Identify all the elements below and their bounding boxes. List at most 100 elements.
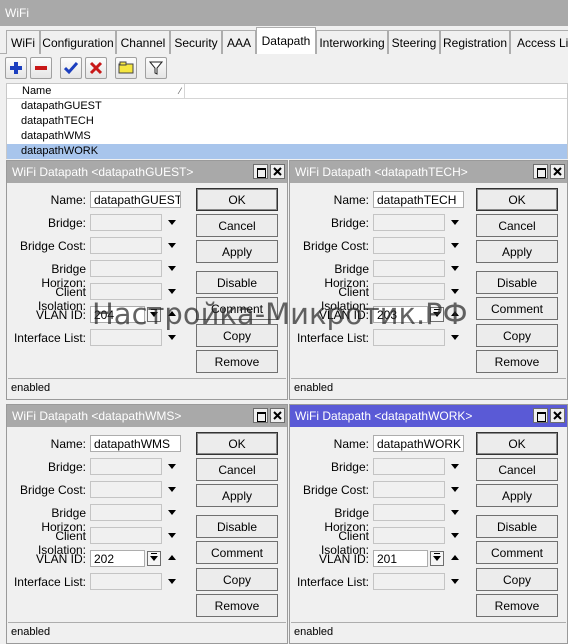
apply-button[interactable]: Apply — [196, 484, 278, 507]
bridge-cost-field[interactable] — [90, 237, 162, 254]
cancel-button[interactable]: Cancel — [476, 214, 558, 237]
comment-button[interactable] — [115, 57, 137, 79]
ok-button[interactable]: OK — [196, 432, 278, 455]
vlan-id-field[interactable]: 203 — [373, 306, 428, 323]
bridge-horizon-field[interactable] — [373, 260, 445, 277]
bridge-horizon-field[interactable] — [90, 504, 162, 521]
dropdown-arrow-icon[interactable] — [451, 220, 459, 225]
client-isolation-field[interactable] — [90, 527, 162, 544]
tab-configuration[interactable]: Configuration — [40, 30, 116, 54]
comment-button[interactable]: Comment — [476, 541, 558, 564]
remove-button[interactable]: Remove — [476, 594, 558, 617]
window-title[interactable]: WiFi Datapath <datapathTECH> — [290, 161, 567, 183]
tab-registration[interactable]: Registration — [440, 30, 510, 54]
apply-button[interactable]: Apply — [196, 240, 278, 263]
name-field[interactable]: datapathWORK — [373, 435, 464, 452]
bridge-horizon-field[interactable] — [90, 260, 162, 277]
remove-button[interactable]: Remove — [476, 350, 558, 373]
window-title[interactable]: WiFi Datapath <datapathWMS> — [7, 405, 287, 427]
enable-button[interactable] — [60, 57, 82, 79]
close-button[interactable] — [550, 164, 565, 179]
disable-button[interactable]: Disable — [476, 515, 558, 538]
bridge-horizon-field[interactable] — [373, 504, 445, 521]
client-isolation-field[interactable] — [90, 283, 162, 300]
collapse-arrow-icon[interactable] — [168, 555, 176, 560]
dropdown-arrow-icon[interactable] — [451, 579, 459, 584]
dropdown-arrow-icon[interactable] — [451, 243, 459, 248]
name-field[interactable]: datapathTECH — [373, 191, 464, 208]
dropdown-arrow-icon[interactable] — [168, 243, 176, 248]
dropdown-arrow-icon[interactable] — [451, 335, 459, 340]
list-row[interactable]: datapathWMS — [7, 129, 567, 144]
disable-button[interactable]: Disable — [196, 515, 278, 538]
close-button[interactable] — [550, 408, 565, 423]
vlan-id-dropdown[interactable] — [147, 551, 161, 566]
ok-button[interactable]: OK — [476, 432, 558, 455]
column-header-name[interactable]: Name ⁄ — [19, 84, 185, 99]
name-field[interactable]: datapathWMS — [90, 435, 181, 452]
copy-button[interactable]: Copy — [196, 324, 278, 347]
dropdown-arrow-icon[interactable] — [451, 289, 459, 294]
add-button[interactable] — [5, 57, 27, 79]
bridge-cost-field[interactable] — [90, 481, 162, 498]
bridge-cost-field[interactable] — [373, 237, 445, 254]
client-isolation-field[interactable] — [373, 527, 445, 544]
vlan-id-field[interactable]: 204 — [90, 306, 145, 323]
dropdown-arrow-icon[interactable] — [451, 487, 459, 492]
dropdown-arrow-icon[interactable] — [168, 464, 176, 469]
tab-security[interactable]: Security — [170, 30, 222, 54]
disable-button[interactable]: Disable — [196, 271, 278, 294]
tab-channel[interactable]: Channel — [116, 30, 170, 54]
interface-list-field[interactable] — [90, 573, 162, 590]
dropdown-arrow-icon[interactable] — [168, 266, 176, 271]
remove-button[interactable]: Remove — [196, 350, 278, 373]
disable-button[interactable] — [85, 57, 107, 79]
window-title[interactable]: WiFi Datapath <datapathWORK> — [290, 405, 567, 427]
tab-datapath[interactable]: Datapath — [256, 27, 316, 55]
name-field[interactable]: datapathGUEST — [90, 191, 181, 208]
interface-list-field[interactable] — [90, 329, 162, 346]
tab-steering[interactable]: Steering — [388, 30, 440, 54]
list-row[interactable]: datapathTECH — [7, 114, 567, 129]
tab-aaa[interactable]: AAA — [222, 30, 256, 54]
cancel-button[interactable]: Cancel — [196, 458, 278, 481]
cancel-button[interactable]: Cancel — [476, 458, 558, 481]
apply-button[interactable]: Apply — [476, 484, 558, 507]
cancel-button[interactable]: Cancel — [196, 214, 278, 237]
dropdown-arrow-icon[interactable] — [168, 220, 176, 225]
tab-wifi[interactable]: WiFi — [6, 30, 40, 54]
dropdown-arrow-icon[interactable] — [168, 289, 176, 294]
vlan-id-dropdown[interactable] — [430, 307, 444, 322]
collapse-arrow-icon[interactable] — [451, 311, 459, 316]
dropdown-arrow-icon[interactable] — [168, 335, 176, 340]
close-button[interactable] — [270, 164, 285, 179]
dropdown-arrow-icon[interactable] — [451, 464, 459, 469]
vlan-id-field[interactable]: 202 — [90, 550, 145, 567]
collapse-arrow-icon[interactable] — [451, 555, 459, 560]
close-button[interactable] — [270, 408, 285, 423]
maximize-button[interactable] — [533, 164, 548, 179]
ok-button[interactable]: OK — [196, 188, 278, 211]
ok-button[interactable]: OK — [476, 188, 558, 211]
window-title[interactable]: WiFi Datapath <datapathGUEST> — [7, 161, 287, 183]
bridge-field[interactable] — [373, 214, 445, 231]
copy-button[interactable]: Copy — [196, 568, 278, 591]
filter-button[interactable] — [145, 57, 167, 79]
comment-button[interactable]: Comment — [196, 297, 278, 320]
remove-button[interactable] — [30, 57, 52, 79]
remove-button[interactable]: Remove — [196, 594, 278, 617]
dropdown-arrow-icon[interactable] — [168, 510, 176, 515]
vlan-id-field[interactable]: 201 — [373, 550, 428, 567]
list-row[interactable]: datapathGUEST — [7, 99, 567, 114]
apply-button[interactable]: Apply — [476, 240, 558, 263]
vlan-id-dropdown[interactable] — [430, 551, 444, 566]
bridge-field[interactable] — [90, 458, 162, 475]
dropdown-arrow-icon[interactable] — [451, 533, 459, 538]
vlan-id-dropdown[interactable] — [147, 307, 161, 322]
copy-button[interactable]: Copy — [476, 568, 558, 591]
tab-interworking[interactable]: Interworking — [316, 30, 388, 54]
interface-list-field[interactable] — [373, 329, 445, 346]
comment-button[interactable]: Comment — [476, 297, 558, 320]
dropdown-arrow-icon[interactable] — [168, 487, 176, 492]
list-row[interactable]: datapathWORK — [7, 144, 567, 159]
